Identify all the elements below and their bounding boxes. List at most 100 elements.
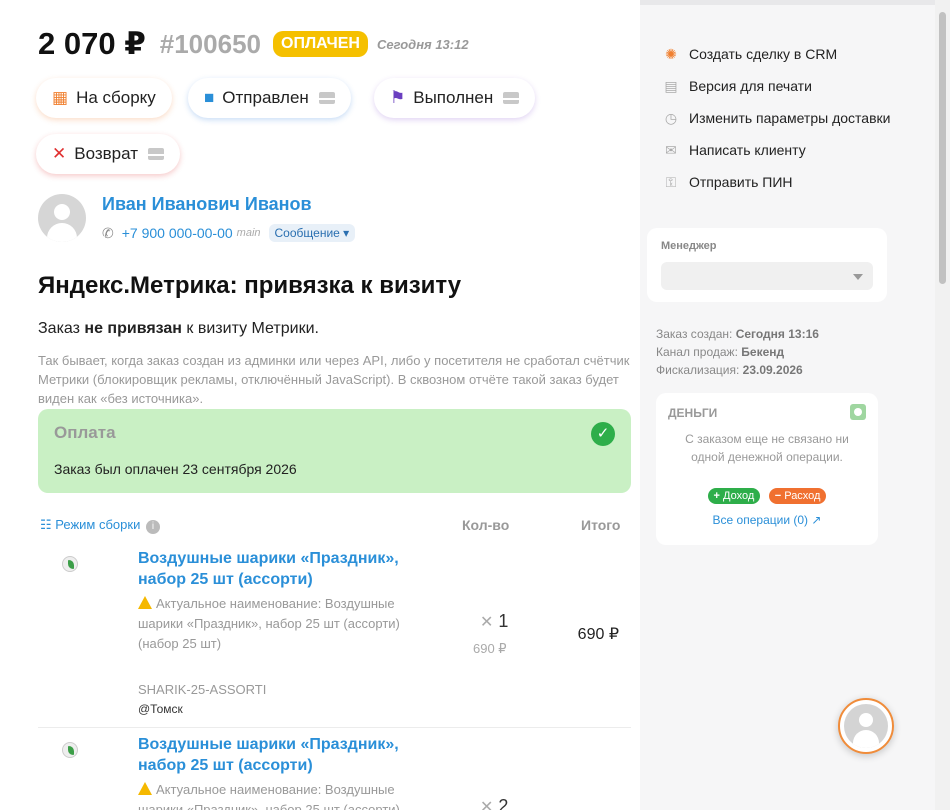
- meta-channel-value: Бекенд: [741, 345, 785, 359]
- chevron-down-icon: ▾: [343, 226, 350, 240]
- product-total: 690 ₽: [577, 626, 619, 643]
- warning-icon: [138, 596, 152, 609]
- user-avatar-button[interactable]: [838, 698, 894, 754]
- action-send-pin[interactable]: ⚿ Отправить ПИН: [662, 174, 892, 190]
- items-table-header: ☷ Режим сборки i Кол-во Итого: [38, 516, 631, 536]
- all-operations-link[interactable]: Все операции (0) ↗: [656, 513, 878, 527]
- product-name-link[interactable]: Воздушные шарики «Праздник», набор 25 шт…: [138, 548, 428, 590]
- product-thumbnail[interactable]: [62, 556, 78, 572]
- payment-text: Заказ был оплачен 23 сентября 2026: [54, 461, 297, 477]
- add-income-button[interactable]: + Доход: [707, 488, 761, 504]
- order-main-panel: 2 070 ₽ #100650 ОПЛАЧЕН Сегодня 13:12 ▦ …: [0, 0, 640, 810]
- action-edit-delivery[interactable]: ◷ Изменить параметры доставки: [662, 110, 892, 126]
- meta-channel: Канал продаж: Бекенд: [656, 343, 819, 361]
- check-icon: ✓: [591, 422, 615, 446]
- order-time: Сегодня 13:12: [376, 36, 469, 52]
- order-number: #100650: [159, 28, 261, 59]
- customer-avatar[interactable]: [38, 194, 86, 242]
- metrika-line-prefix: Заказ: [38, 320, 85, 337]
- message-dropdown-label: Сообщение: [274, 226, 340, 240]
- order-page: 2 070 ₽ #100650 ОПЛАЧЕН Сегодня 13:12 ▦ …: [0, 0, 935, 810]
- action-label: Отправить ПИН: [689, 174, 793, 190]
- meta-created: Заказ создан: Сегодня 13:16: [656, 325, 819, 343]
- printer-icon: ▤: [664, 78, 678, 94]
- status-button-label: Возврат: [74, 144, 138, 163]
- product-warning-text: Актуальное наименование: Воздушные шарик…: [138, 596, 400, 651]
- envelope-icon[interactable]: [148, 148, 164, 160]
- manager-select[interactable]: [661, 262, 873, 290]
- meta-fiscal-value: 23.09.2026: [742, 363, 803, 377]
- money-buttons: + Доход − Расход: [656, 486, 878, 504]
- envelope-icon[interactable]: [318, 92, 335, 104]
- customer-phone[interactable]: +7 900 000-00-00: [122, 225, 233, 241]
- status-button-label: Отправлен: [222, 88, 309, 107]
- phone-icon: ✆: [102, 224, 114, 241]
- envelope-icon: ✉: [665, 142, 677, 158]
- add-expense-label: Расход: [784, 490, 821, 502]
- clock-icon: ◷: [664, 110, 678, 126]
- minus-icon: −: [774, 490, 782, 502]
- action-create-crm-deal[interactable]: ✺ Создать сделку в CRM: [662, 46, 892, 62]
- status-button-shipped[interactable]: ■ Отправлен: [188, 78, 351, 118]
- status-badge: ОПЛАЧЕН: [273, 31, 368, 57]
- product-qty-value: 2: [498, 796, 509, 810]
- metrika-title: Яндекс.Метрика: привязка к визиту: [38, 272, 462, 299]
- manager-label: Менеджер: [661, 240, 717, 252]
- assembly-mode-link[interactable]: ☷ Режим сборки i: [40, 517, 160, 534]
- product-qty: ✕ 2: [480, 796, 508, 810]
- status-button-label: На сборку: [76, 88, 156, 107]
- envelope-icon[interactable]: [503, 92, 520, 104]
- scrollbar[interactable]: [935, 0, 950, 810]
- crm-icon: ✺: [665, 46, 677, 62]
- scrollbar-thumb[interactable]: [939, 12, 946, 284]
- cross-icon: ✕: [52, 144, 67, 163]
- order-amount: 2 070 ₽: [38, 26, 146, 61]
- product-qty-value: 1: [498, 611, 509, 631]
- action-label: Написать клиенту: [689, 142, 806, 158]
- product-warning: Актуальное наименование: Воздушные шарик…: [138, 594, 428, 654]
- product-sku: SHARIK-25-ASSORTI: [138, 682, 267, 697]
- money-card: ДЕНЬГИ С заказом еще не связано ни одной…: [656, 393, 878, 545]
- metrika-line-bold: не привязан: [84, 320, 182, 337]
- key-icon: ⚿: [665, 174, 677, 190]
- assembly-mode-label: Режим сборки: [55, 517, 141, 532]
- product-warehouse: @Томск: [138, 702, 183, 716]
- caret-down-icon: [853, 274, 863, 280]
- metrika-line-suffix: к визиту Метрики.: [181, 320, 319, 337]
- action-write-client[interactable]: ✉ Написать клиенту: [662, 142, 892, 158]
- qty-header: Кол-во: [462, 517, 510, 533]
- manager-card: Менеджер: [647, 228, 887, 302]
- all-operations-label: Все операции (0): [712, 513, 809, 527]
- action-label: Версия для печати: [689, 78, 812, 94]
- money-description: С заказом еще не связано ни одной денежн…: [685, 432, 849, 464]
- table-row: Воздушные шарики «Праздник», набор 25 шт…: [38, 542, 631, 726]
- status-button-return[interactable]: ✕ Возврат: [36, 134, 180, 174]
- action-print-version[interactable]: ▤ Версия для печати: [662, 78, 892, 94]
- add-expense-button[interactable]: − Расход: [768, 488, 827, 504]
- metrika-note: Так бывает, когда заказ создан из админк…: [38, 353, 630, 406]
- customer-name[interactable]: Иван Иванович Иванов: [102, 194, 312, 215]
- message-dropdown[interactable]: Сообщение ▾: [268, 224, 356, 242]
- add-income-label: Доход: [723, 490, 755, 502]
- boxes-icon: ▦: [52, 88, 69, 107]
- payment-title: Оплата: [54, 423, 116, 442]
- truck-icon: ■: [204, 88, 215, 107]
- product-name-link[interactable]: Воздушные шарики «Праздник», набор 25 шт…: [138, 734, 428, 776]
- checklist-icon: ☷: [40, 517, 52, 532]
- meta-created-label: Заказ создан:: [656, 327, 733, 341]
- status-button-completed[interactable]: ⚑ Выполнен: [374, 78, 536, 118]
- plus-icon: +: [713, 490, 720, 502]
- metrika-status-line: Заказ не привязан к визиту Метрики.: [38, 320, 319, 338]
- warning-icon: [138, 782, 152, 795]
- money-icon[interactable]: [850, 404, 866, 420]
- status-button-assembly[interactable]: ▦ На сборку: [36, 78, 172, 118]
- customer-phone-row: ✆ +7 900 000-00-00 main Сообщение ▾: [102, 224, 356, 242]
- table-row: Воздушные шарики «Праздник», набор 25 шт…: [38, 727, 631, 810]
- external-link-icon: ↗: [811, 513, 822, 527]
- product-qty: ✕ 1: [480, 611, 508, 632]
- payment-box: Оплата ✓ Заказ был оплачен 23 сентября 2…: [38, 409, 631, 493]
- product-thumbnail[interactable]: [62, 742, 78, 758]
- info-icon[interactable]: i: [145, 520, 160, 534]
- money-title: ДЕНЬГИ: [668, 406, 718, 420]
- product-unit-price: 690 ₽: [473, 641, 507, 656]
